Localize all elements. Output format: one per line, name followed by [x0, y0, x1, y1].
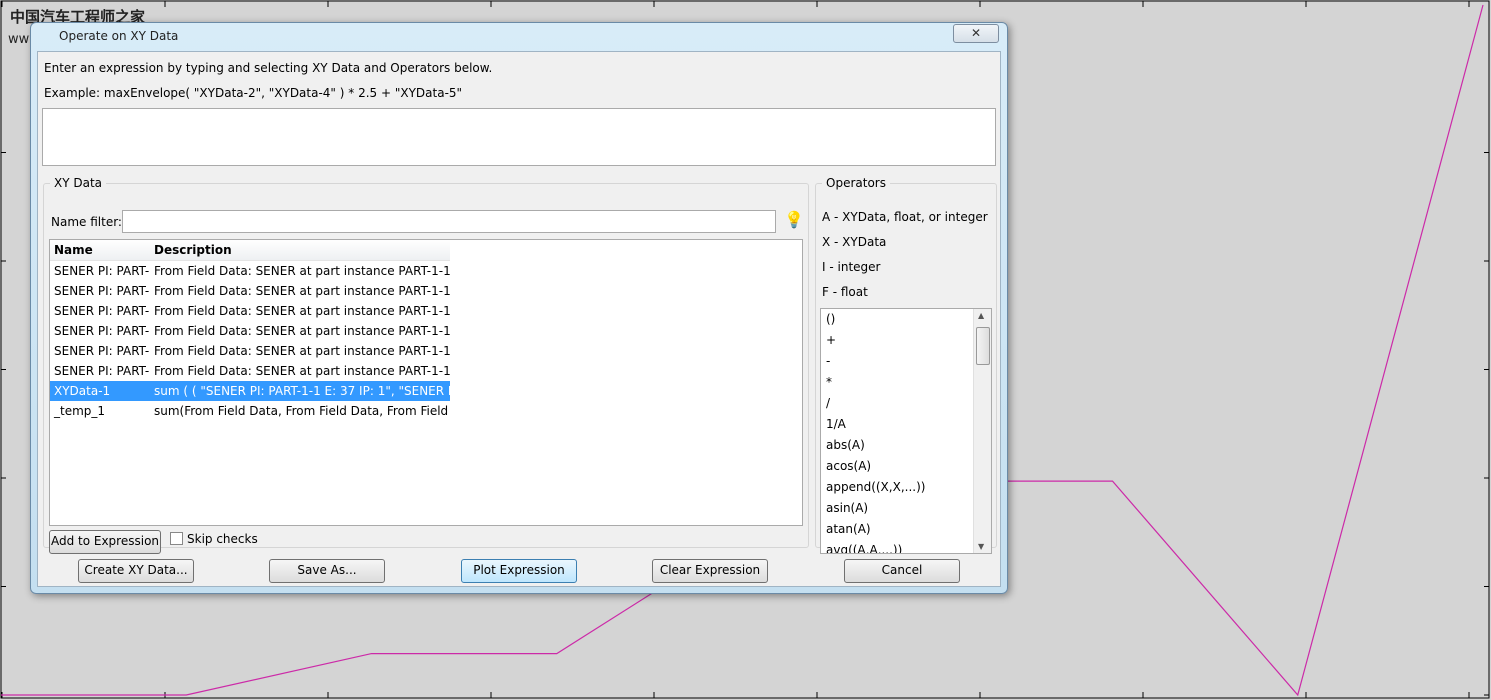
cell-name: _temp_1 [54, 404, 106, 418]
name-filter-input[interactable] [122, 210, 776, 233]
operators-legend: Operators [826, 176, 886, 190]
create-xy-data-button[interactable]: Create XY Data... [78, 559, 194, 583]
operate-on-xy-data-dialog: Operate on XY Data ✕ Enter an expression… [30, 22, 1008, 594]
skip-checks-checkbox[interactable]: Skip checks [170, 532, 258, 546]
operator-item[interactable]: () [821, 309, 991, 330]
table-row[interactable]: SENER PI: PART- From Field Data: SENER at… [50, 361, 450, 381]
operators-group: Operators A - XYData, float, or integer … [815, 176, 997, 554]
operator-item[interactable]: avg((A,A,...)) [821, 540, 991, 553]
operators-list: () + - */1/A abs(A) acos(A) append((X,X,...)) a… [820, 308, 992, 554]
add-to-expression-button[interactable]: Add to Expression [49, 530, 161, 554]
operator-item[interactable]: asin(A) [821, 498, 991, 519]
table-header: Name Description [50, 240, 450, 261]
table-row[interactable]: SENER PI: PART- From Field Data: SENER at… [50, 341, 450, 361]
operator-item[interactable]: / [821, 393, 991, 414]
operator-item[interactable]: acos(A) [821, 456, 991, 477]
close-button[interactable]: ✕ [953, 24, 999, 43]
scroll-down-icon[interactable]: ▼ [978, 542, 984, 551]
cell-description: From Field Data: SENER at part instance … [154, 264, 450, 278]
clear-expression-button[interactable]: Clear Expression [652, 559, 768, 583]
column-header-description[interactable]: Description [154, 240, 450, 260]
cell-description: sum ( ( "SENER PI: PART-1-1 E: 37 IP: 1"… [154, 384, 450, 398]
table-row[interactable]: SENER PI: PART- From Field Data: SENER at… [50, 301, 450, 321]
operators-scrollbar[interactable]: ▲ ▼ [973, 309, 991, 553]
cell-name: SENER PI: PART- [54, 304, 150, 318]
xy-data-group: XY Data Name filter: 💡 Name Description … [43, 176, 809, 554]
cell-description: sum(From Field Data, From Field Data, Fr… [154, 404, 450, 418]
operator-item[interactable]: * [821, 372, 991, 393]
xy-data-table: Name Description SENER PI: PART- From Fie… [49, 239, 803, 526]
scroll-up-icon[interactable]: ▲ [978, 311, 984, 320]
cell-description: From Field Data: SENER at part instance … [154, 284, 450, 298]
operator-key: A - XYData, float, or integer [822, 210, 988, 224]
cell-name: SENER PI: PART- [54, 264, 150, 278]
table-row[interactable]: SENER PI: PART- From Field Data: SENER at… [50, 281, 450, 301]
cell-description: From Field Data: SENER at part instance … [154, 304, 450, 318]
scrollbar-thumb[interactable] [976, 327, 990, 365]
lightbulb-icon[interactable]: 💡 [784, 210, 804, 229]
table-row[interactable]: SENER PI: PART- From Field Data: SENER at… [50, 261, 450, 281]
dialog-title: Operate on XY Data [59, 29, 179, 43]
expression-input[interactable] [42, 108, 996, 166]
table-row[interactable]: _temp_1 sum(From Field Data, From Field D… [50, 401, 450, 421]
checkbox-box[interactable] [170, 532, 183, 545]
operator-key: F - float [822, 285, 868, 299]
operator-item[interactable]: + [821, 330, 991, 351]
skip-checks-label: Skip checks [187, 532, 258, 546]
cell-name: XYData-1 [54, 384, 111, 398]
cell-name: SENER PI: PART- [54, 324, 150, 338]
name-filter-label: Name filter: [51, 215, 122, 229]
cell-description: From Field Data: SENER at part instance … [154, 344, 450, 358]
operator-item[interactable]: 1/A [821, 414, 991, 435]
operator-item[interactable]: - [821, 351, 991, 372]
operator-key: X - XYData [822, 235, 887, 249]
cell-name: SENER PI: PART- [54, 364, 150, 378]
table-row[interactable]: XYData-1 sum ( ( "SENER PI: PART-1-1 E: 3… [50, 381, 450, 401]
example-text: Example: maxEnvelope( "XYData-2", "XYDat… [44, 86, 463, 100]
column-header-name[interactable]: Name [50, 240, 154, 260]
cancel-button[interactable]: Cancel [844, 559, 960, 583]
cell-description: From Field Data: SENER at part instance … [154, 364, 450, 378]
instruction-text: Enter an expression by typing and select… [44, 61, 493, 75]
xy-data-legend: XY Data [54, 176, 103, 190]
cell-name: SENER PI: PART- [54, 284, 150, 298]
plot-expression-button[interactable]: Plot Expression [461, 559, 577, 583]
cell-description: From Field Data: SENER at part instance … [154, 324, 450, 338]
operator-key: I - integer [822, 260, 881, 274]
operator-item[interactable]: atan(A) [821, 519, 991, 540]
operator-item[interactable]: append((X,X,...)) [821, 477, 991, 498]
table-row[interactable]: SENER PI: PART- From Field Data: SENER at… [50, 321, 450, 341]
operator-item[interactable]: abs(A) [821, 435, 991, 456]
cell-name: SENER PI: PART- [54, 344, 150, 358]
save-as-button[interactable]: Save As... [269, 559, 385, 583]
